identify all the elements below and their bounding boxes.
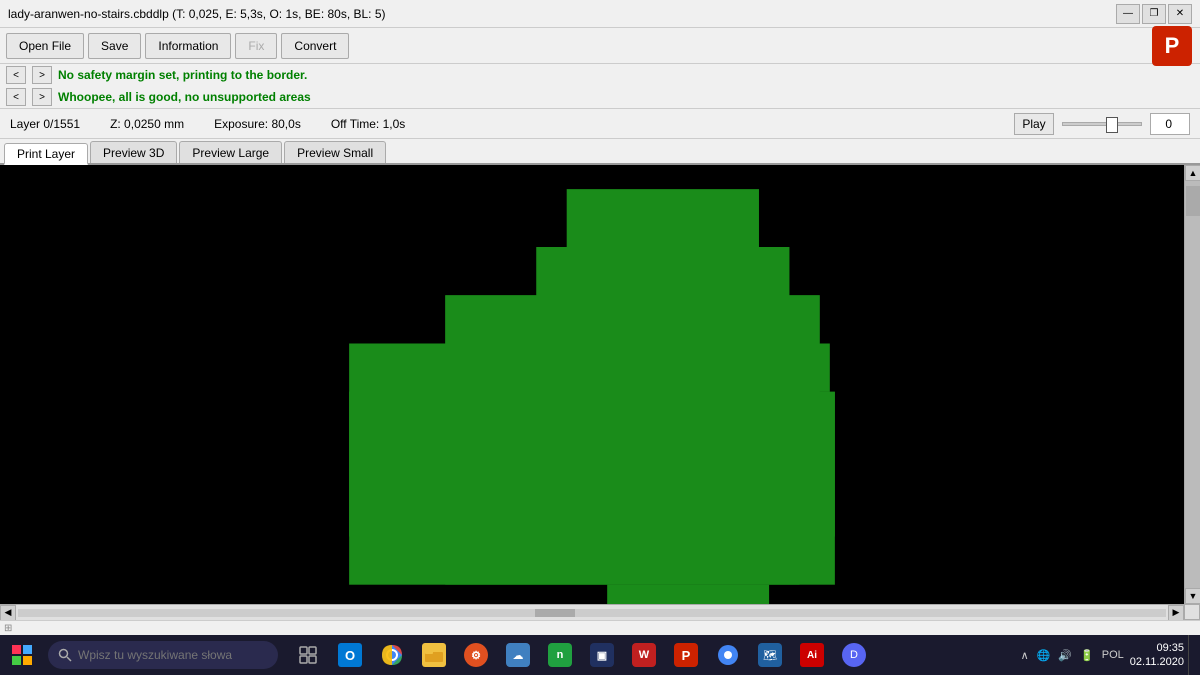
- outlook-icon: O: [338, 643, 362, 667]
- chrome2-button[interactable]: [708, 635, 748, 675]
- start-button[interactable]: [0, 635, 44, 675]
- layer-slider[interactable]: [1062, 113, 1142, 135]
- play-area: Play: [1014, 113, 1190, 135]
- task-view-button[interactable]: [288, 635, 328, 675]
- search-icon: [58, 648, 72, 662]
- warning-text-2: Whoopee, all is good, no unsupported are…: [58, 90, 311, 104]
- chrome-button[interactable]: [372, 635, 412, 675]
- nav-next-1[interactable]: >: [32, 66, 52, 84]
- scroll-left-arrow[interactable]: ◀: [0, 605, 16, 621]
- chrome-icon: [380, 643, 404, 667]
- app5-icon: ⚙: [464, 643, 488, 667]
- map-button[interactable]: 🗺: [750, 635, 790, 675]
- tray-language[interactable]: POL: [1100, 647, 1126, 663]
- fix-button[interactable]: Fix: [235, 33, 277, 59]
- tab-print-layer[interactable]: Print Layer: [4, 143, 88, 165]
- show-desktop-button[interactable]: [1188, 635, 1196, 675]
- app8-button[interactable]: ▣: [582, 635, 622, 675]
- status-bar: ⊞: [0, 620, 1200, 636]
- info-row-2: < > Whoopee, all is good, no unsupported…: [0, 86, 1200, 108]
- taskbar-apps: O: [288, 635, 874, 675]
- title-bar: lady-aranwen-no-stairs.cbddlp (T: 0,025,…: [0, 0, 1200, 28]
- layer-preview-svg: [0, 165, 1184, 604]
- nav-next-2[interactable]: >: [32, 88, 52, 106]
- app-logo: P: [1150, 24, 1194, 68]
- nav-prev-2[interactable]: <: [6, 88, 26, 106]
- close-button[interactable]: ✕: [1168, 4, 1192, 24]
- layer-info: Layer 0/1551: [10, 117, 80, 131]
- scroll-up-arrow[interactable]: ▲: [1185, 165, 1200, 181]
- map-icon: 🗺: [758, 643, 782, 667]
- acrobat-button[interactable]: Ai: [792, 635, 832, 675]
- tray-network[interactable]: 🌐: [1035, 647, 1053, 664]
- chitubox-icon: P: [674, 643, 698, 667]
- z-info: Z: 0,0250 mm: [110, 117, 184, 131]
- maximize-button[interactable]: ❐: [1142, 4, 1166, 24]
- horizontal-scrollbar[interactable]: ◀ ▶: [0, 604, 1184, 620]
- tray-chevron[interactable]: ∧: [1019, 647, 1031, 664]
- warning-text-1: No safety margin set, printing to the bo…: [58, 68, 307, 82]
- play-button[interactable]: Play: [1014, 113, 1054, 135]
- windows-logo-icon: [12, 645, 32, 665]
- discord-button[interactable]: D: [834, 635, 874, 675]
- nav-prev-1[interactable]: <: [6, 66, 26, 84]
- open-file-button[interactable]: Open File: [6, 33, 84, 59]
- explorer-button[interactable]: [414, 635, 454, 675]
- app5-button[interactable]: ⚙: [456, 635, 496, 675]
- minimize-button[interactable]: —: [1116, 4, 1140, 24]
- exposure-info: Exposure: 80,0s: [214, 117, 301, 131]
- window-controls: — ❐ ✕: [1116, 4, 1192, 24]
- app6-button[interactable]: ☁: [498, 635, 538, 675]
- tray-power[interactable]: 🔋: [1078, 647, 1096, 664]
- acrobat-icon: Ai: [800, 643, 824, 667]
- chitubox-button[interactable]: P: [666, 635, 706, 675]
- scroll-right-arrow[interactable]: ▶: [1168, 605, 1184, 621]
- info-rows: < > No safety margin set, printing to th…: [0, 64, 1200, 109]
- horizontal-scroll-thumb[interactable]: [535, 609, 575, 617]
- vertical-scrollbar[interactable]: ▲ ▼: [1184, 165, 1200, 604]
- toolbar: Open File Save Information Fix Convert P: [0, 28, 1200, 64]
- app6-icon: ☁: [506, 643, 530, 667]
- logo-icon: P: [1152, 26, 1192, 66]
- discord-icon: D: [842, 643, 866, 667]
- app9-icon: W: [632, 643, 656, 667]
- main-canvas: ▲ ▼ ◀ ▶: [0, 165, 1200, 620]
- tab-preview-large[interactable]: Preview Large: [179, 141, 282, 163]
- outlook-button[interactable]: O: [330, 635, 370, 675]
- system-clock[interactable]: 09:35 02.11.2020: [1130, 641, 1184, 670]
- window-title: lady-aranwen-no-stairs.cbddlp (T: 0,025,…: [8, 7, 386, 21]
- app9-button[interactable]: W: [624, 635, 664, 675]
- convert-button[interactable]: Convert: [281, 33, 349, 59]
- vertical-scroll-thumb[interactable]: [1186, 186, 1200, 216]
- tray-sound[interactable]: 🔊: [1056, 647, 1074, 664]
- tab-preview-3d[interactable]: Preview 3D: [90, 141, 177, 163]
- taskbar-search[interactable]: [48, 641, 278, 669]
- layer-bar: Layer 0/1551 Z: 0,0250 mm Exposure: 80,0…: [0, 109, 1200, 139]
- tabs: Print Layer Preview 3D Preview Large Pre…: [0, 139, 1200, 165]
- app7-icon: n: [548, 643, 572, 667]
- tab-preview-small[interactable]: Preview Small: [284, 141, 386, 163]
- app8-icon: ▣: [590, 643, 614, 667]
- frame-input[interactable]: [1150, 113, 1190, 135]
- scrollbar-corner: [1184, 604, 1200, 620]
- app7-button[interactable]: n: [540, 635, 580, 675]
- scroll-down-arrow[interactable]: ▼: [1185, 588, 1200, 604]
- chrome2-icon: [716, 643, 740, 667]
- off-time-info: Off Time: 1,0s: [331, 117, 405, 131]
- task-view-icon: [296, 643, 320, 667]
- search-input[interactable]: [78, 648, 238, 662]
- resize-grip: ⊞: [4, 623, 12, 634]
- system-tray: ∧ 🌐 🔊 🔋 POL 09:35 02.11.2020: [1019, 635, 1200, 675]
- info-row-1: < > No safety margin set, printing to th…: [0, 64, 1200, 86]
- information-button[interactable]: Information: [145, 33, 231, 59]
- explorer-icon: [422, 643, 446, 667]
- taskbar: O: [0, 635, 1200, 675]
- save-button[interactable]: Save: [88, 33, 141, 59]
